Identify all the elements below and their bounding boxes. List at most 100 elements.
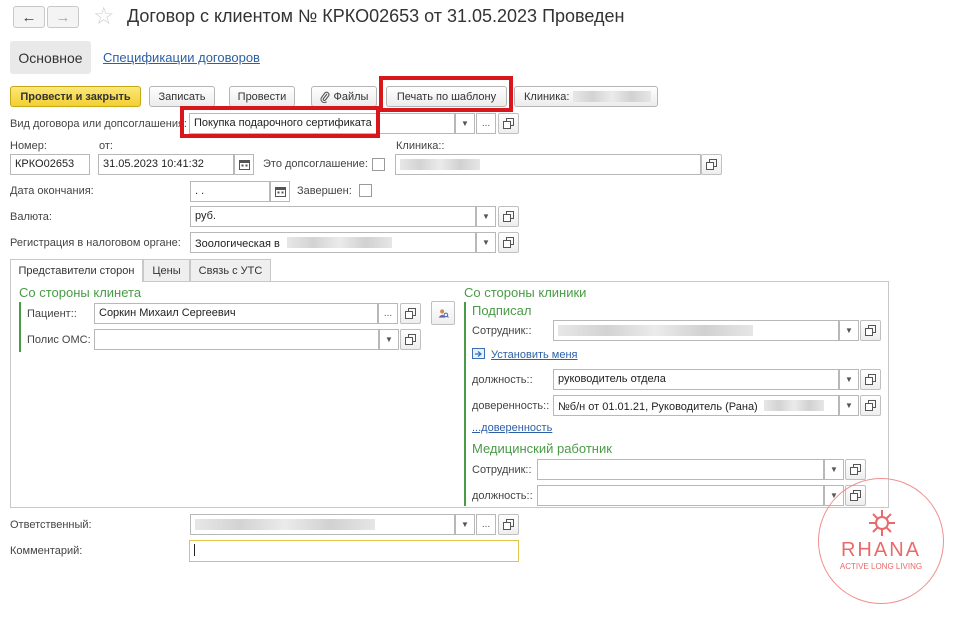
comment-label: Комментарий: (10, 545, 83, 557)
clinic-field-label: Клиника:: (396, 140, 445, 152)
completed-label: Завершен: (297, 185, 352, 197)
open-icon[interactable] (400, 329, 421, 350)
person-search-icon (438, 308, 449, 318)
open-icon[interactable] (860, 369, 881, 390)
select-more-button[interactable]: ... (378, 303, 398, 324)
paperclip-icon (320, 91, 329, 103)
tax-registration-value: Зоологическая в (195, 238, 280, 250)
medic-employee-field[interactable] (537, 459, 824, 480)
employee-field[interactable] (553, 320, 839, 341)
chevron-down-icon[interactable]: ▼ (839, 369, 859, 390)
chevron-down-icon[interactable]: ▼ (839, 395, 859, 416)
number-field[interactable]: КРКО02653 (10, 154, 90, 175)
favorite-star-icon[interactable]: ☆ (93, 2, 115, 32)
completed-checkbox[interactable] (359, 184, 372, 197)
clinic-side-title: Со стороны клиники (464, 285, 587, 300)
files-button[interactable]: Файлы (311, 86, 377, 107)
from-label: от: (99, 140, 113, 152)
currency-field[interactable]: руб. (190, 206, 476, 227)
clinic-field-redacted (400, 159, 480, 170)
chevron-down-icon[interactable]: ▼ (824, 459, 844, 480)
patient-label: Пациент:: (27, 308, 77, 320)
select-more-button[interactable]: ... (476, 113, 496, 134)
open-icon[interactable] (498, 206, 519, 227)
position-label: должность:: (472, 374, 533, 386)
clinic-group-divider (464, 302, 466, 506)
responsible-label: Ответственный: (10, 519, 92, 531)
watermark-brand: RHANA (840, 539, 921, 561)
arrow-right-icon: → (55, 8, 71, 26)
responsible-field[interactable] (190, 514, 455, 535)
client-group-divider (19, 302, 21, 352)
clinic-button-label: Клиника: (524, 90, 570, 103)
forward-button[interactable]: → (47, 6, 79, 28)
open-icon[interactable] (845, 459, 866, 480)
signed-title: Подписал (472, 303, 532, 318)
virus-logo-icon (869, 510, 895, 536)
back-button[interactable]: ← (13, 6, 45, 28)
medic-title: Медицинский работник (472, 441, 612, 456)
proxy-link[interactable]: ...доверенность (472, 422, 552, 434)
clinic-value-redacted (573, 91, 652, 102)
date-from-field[interactable]: 31.05.2023 10:41:32 (98, 154, 234, 175)
tab-uts-link[interactable]: Связь с УТС (190, 259, 271, 281)
currency-label: Валюта: (10, 211, 52, 223)
tab-main[interactable]: Основное (10, 41, 91, 74)
patient-field[interactable]: Соркин Михаил Сергеевич (94, 303, 378, 324)
proxy-redacted (763, 400, 824, 411)
open-icon[interactable] (498, 232, 519, 253)
chevron-down-icon[interactable]: ▼ (455, 113, 475, 134)
post-button[interactable]: Провести (229, 86, 295, 107)
addendum-checkbox[interactable] (372, 158, 385, 171)
employee-redacted (558, 325, 753, 336)
tax-registration-redacted (286, 237, 392, 248)
open-icon[interactable] (498, 113, 519, 134)
chevron-down-icon[interactable]: ▼ (476, 206, 496, 227)
set-me-link[interactable]: Установить меня (491, 349, 578, 361)
rhana-watermark: RHANA ACTIVE LONG LIVING (818, 478, 944, 604)
tab-prices[interactable]: Цены (143, 259, 190, 281)
open-icon[interactable] (701, 154, 722, 175)
addendum-label: Это допсоглашение: (263, 158, 368, 170)
calendar-icon[interactable] (270, 181, 290, 202)
clinic-field[interactable] (395, 154, 701, 175)
save-button[interactable]: Записать (149, 86, 215, 107)
print-template-button[interactable]: Печать по шаблону (386, 86, 507, 107)
calendar-icon[interactable] (234, 154, 254, 175)
open-icon[interactable] (860, 395, 881, 416)
arrow-left-icon: ← (21, 8, 37, 26)
watermark-tagline: ACTIVE LONG LIVING (839, 562, 923, 571)
open-icon[interactable] (400, 303, 421, 324)
responsible-redacted (195, 519, 375, 530)
position-field[interactable]: руководитель отдела (553, 369, 839, 390)
tax-registration-field[interactable]: Зоологическая в (190, 232, 476, 253)
oms-label: Полис ОМС: (27, 334, 91, 346)
chevron-down-icon[interactable]: ▼ (379, 329, 399, 350)
select-more-button[interactable]: ... (476, 514, 496, 535)
tab-specifications[interactable]: Спецификации договоров (103, 50, 260, 65)
end-date-field[interactable]: . . (190, 181, 270, 202)
oms-field[interactable] (94, 329, 379, 350)
client-side-title: Со стороны клинета (19, 285, 142, 300)
contract-type-label: Вид договора или допсоглашения: (10, 118, 187, 130)
medic-position-field[interactable] (537, 485, 824, 506)
tab-representatives[interactable]: Представители сторон (10, 259, 143, 282)
proxy-label: доверенность:: (472, 400, 550, 412)
post-and-close-button[interactable]: Провести и закрыть (10, 86, 141, 107)
page-title: Договор с клиентом № КРКО02653 от 31.05.… (127, 6, 625, 26)
employee-label: Сотрудник:: (472, 325, 532, 337)
number-label: Номер: (10, 140, 47, 152)
open-icon[interactable] (860, 320, 881, 341)
contract-type-field[interactable]: Покупка подарочного сертификата (189, 113, 455, 134)
comment-field[interactable] (189, 540, 519, 562)
clinic-select-button[interactable]: Клиника: (514, 86, 658, 107)
chevron-down-icon[interactable]: ▼ (455, 514, 475, 535)
tax-registration-label: Регистрация в налоговом органе: (10, 237, 181, 249)
proxy-value: №б/н от 01.01.21, Руководитель (Рана) (558, 401, 758, 413)
open-icon[interactable] (498, 514, 519, 535)
patient-card-button[interactable] (431, 301, 455, 325)
medic-position-label: должность:: (472, 490, 533, 502)
chevron-down-icon[interactable]: ▼ (476, 232, 496, 253)
chevron-down-icon[interactable]: ▼ (839, 320, 859, 341)
proxy-field[interactable]: №б/н от 01.01.21, Руководитель (Рана) (553, 395, 839, 416)
